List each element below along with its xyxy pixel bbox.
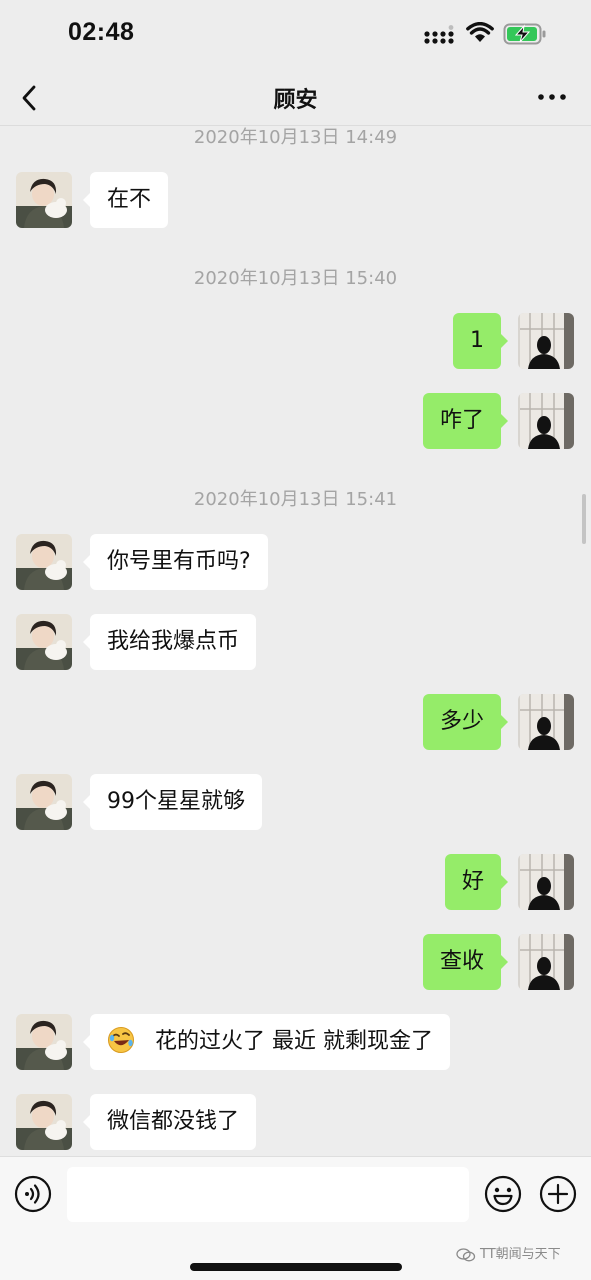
contact-avatar[interactable] bbox=[16, 774, 72, 830]
nav-bar: 顾安 bbox=[0, 70, 591, 126]
watermark: TT朝闻与天下 bbox=[456, 1243, 561, 1262]
watermark-text: TT朝闻与天下 bbox=[480, 1247, 561, 1262]
rolling-on-floor-laughing-icon bbox=[108, 1027, 134, 1053]
my-avatar[interactable] bbox=[518, 694, 574, 750]
my-avatar[interactable] bbox=[518, 313, 574, 369]
contact-avatar-image bbox=[16, 1094, 72, 1150]
contact-avatar-image bbox=[16, 172, 72, 228]
my-avatar[interactable] bbox=[518, 393, 574, 449]
my-avatar-image bbox=[518, 313, 574, 369]
contact-avatar-image bbox=[16, 614, 72, 670]
my-avatar-image bbox=[518, 694, 574, 750]
my-avatar-image bbox=[518, 393, 574, 449]
wifi-icon bbox=[466, 22, 494, 42]
battery-charging-icon bbox=[503, 23, 546, 45]
status-time: 02:48 bbox=[68, 18, 135, 46]
contact-avatar-image bbox=[16, 774, 72, 830]
chat-message-list[interactable]: 2020年10月13日 14:49 在不 2020年10月13日 15:40 1… bbox=[0, 126, 591, 1156]
cellular-signal-icon bbox=[424, 25, 454, 44]
plus-button[interactable] bbox=[539, 1175, 577, 1213]
my-avatar-image bbox=[518, 934, 574, 990]
contact-avatar[interactable] bbox=[16, 172, 72, 228]
scroll-indicator[interactable] bbox=[582, 494, 586, 544]
message-bubble[interactable]: 99个星星就够 bbox=[83, 774, 262, 830]
contact-avatar[interactable] bbox=[16, 614, 72, 670]
message-timestamp: 2020年10月13日 14:49 bbox=[193, 127, 398, 148]
emoji-button[interactable] bbox=[484, 1175, 522, 1213]
input-bar: TT朝闻与天下 bbox=[0, 1156, 591, 1280]
home-indicator[interactable] bbox=[190, 1263, 402, 1271]
wechat-logo-icon bbox=[456, 1247, 476, 1261]
voice-input-button[interactable] bbox=[14, 1175, 52, 1213]
message-bubble[interactable]: 微信都没钱了 bbox=[82, 1094, 257, 1150]
more-options-button[interactable] bbox=[532, 82, 572, 112]
message-bubble[interactable]: 你号里有币吗? bbox=[83, 534, 268, 590]
message-timestamp: 2020年10月13日 15:40 bbox=[193, 268, 398, 289]
message-text: 花的过火了 最近 就剩现金了 bbox=[155, 1029, 433, 1054]
message-timestamp: 2020年10月13日 15:41 bbox=[193, 489, 398, 510]
my-avatar[interactable] bbox=[518, 934, 574, 990]
status-bar: 02:48 bbox=[0, 0, 591, 70]
contact-avatar[interactable] bbox=[16, 1094, 72, 1150]
message-bubble[interactable]: 咋了 bbox=[422, 393, 509, 449]
contact-avatar[interactable] bbox=[16, 534, 72, 590]
contact-avatar-image bbox=[16, 1014, 72, 1070]
message-bubble[interactable]: 查收 bbox=[422, 934, 509, 990]
chat-title: 顾安 bbox=[273, 88, 318, 113]
message-bubble[interactable]: 多少 bbox=[422, 694, 509, 750]
contact-avatar[interactable] bbox=[16, 1014, 72, 1070]
message-bubble[interactable]: 好 bbox=[444, 854, 509, 910]
message-input[interactable] bbox=[67, 1167, 469, 1222]
my-avatar[interactable] bbox=[518, 854, 574, 910]
message-bubble[interactable]: 花的过火了 最近 就剩现金了 bbox=[83, 1014, 450, 1070]
contact-avatar-image bbox=[16, 534, 72, 590]
message-bubble[interactable]: 在不 bbox=[82, 172, 169, 228]
message-bubble[interactable]: 我给我爆点币 bbox=[82, 614, 257, 670]
my-avatar-image bbox=[518, 854, 574, 910]
message-bubble[interactable]: 1 bbox=[453, 313, 508, 369]
